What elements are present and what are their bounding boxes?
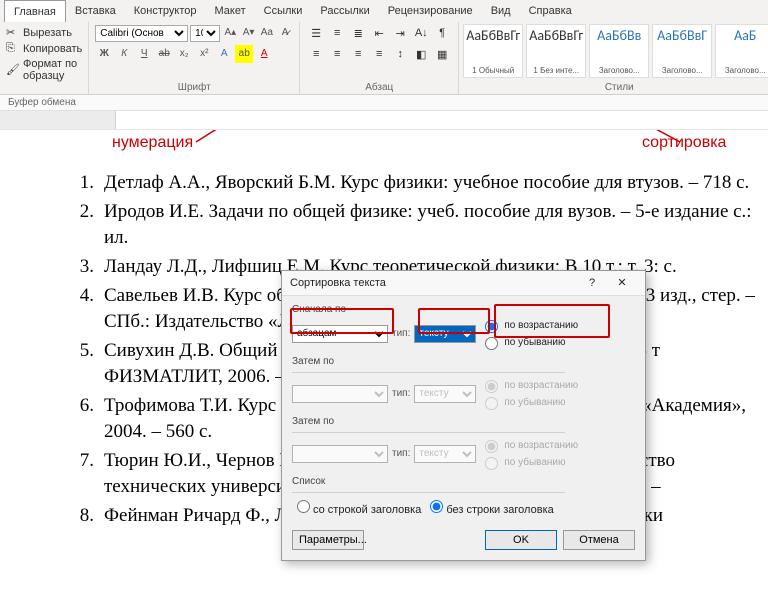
pilcrow-icon[interactable]: ¶ xyxy=(432,24,452,42)
font-name-select[interactable]: Calibri (Основ xyxy=(95,25,188,42)
group-styles-label: Стили xyxy=(459,82,768,93)
ruler xyxy=(0,111,768,130)
shrink-font-icon[interactable]: A▾ xyxy=(240,24,256,42)
change-case-icon[interactable]: Aa xyxy=(259,24,275,42)
sort-then1-field[interactable] xyxy=(292,385,388,403)
cut-button[interactable]: ✂Вырезать xyxy=(6,26,82,40)
text-effects-icon[interactable]: A xyxy=(215,45,233,63)
strike-icon[interactable]: ab xyxy=(155,45,173,63)
sort-header-without[interactable]: без строки заголовка xyxy=(425,497,553,516)
subscript-icon[interactable]: x₂ xyxy=(175,45,193,63)
font-color-icon[interactable]: A xyxy=(255,45,273,63)
increase-indent-icon[interactable]: ⇥ xyxy=(390,24,410,42)
copy-icon: ⎘ xyxy=(6,42,20,56)
list-item[interactable]: Иродов И.Е. Задачи по общей физике: учеб… xyxy=(60,199,760,251)
clipboard-launcher[interactable]: Буфер обмена xyxy=(0,95,768,111)
tab-insert[interactable]: Вставка xyxy=(66,0,125,22)
copy-button[interactable]: ⎘Копировать xyxy=(6,42,82,56)
scissors-icon: ✂ xyxy=(6,26,20,40)
align-right-icon[interactable]: ≡ xyxy=(348,45,368,63)
underline-icon[interactable]: Ч xyxy=(135,45,153,63)
style-heading2[interactable]: АаБбВвГЗаголово... xyxy=(652,24,712,78)
sort-then1-type[interactable]: тексту xyxy=(414,385,476,403)
params-button[interactable]: Параметры... xyxy=(292,530,364,550)
sort-then1-type-label: тип: xyxy=(392,388,410,399)
font-size-select[interactable]: 10 xyxy=(190,25,220,42)
align-left-icon[interactable]: ≡ xyxy=(306,45,326,63)
group-paragraph: ☰ ≡ ≣ ⇤ ⇥ A↓ ¶ ≡ ≡ ≡ ≡ ↕ ◧ ▦ Абзац xyxy=(300,22,459,94)
sort-dialog: Сортировка текста ? ✕ Сначала по абзацам… xyxy=(281,270,646,561)
sort-then2-asc: по возрастанию xyxy=(480,437,578,453)
highlight-icon[interactable]: ab xyxy=(235,45,253,63)
style-normal[interactable]: АаБбВвГг1 Обычный xyxy=(463,24,523,78)
sort-first-type[interactable]: тексту xyxy=(414,325,476,343)
decrease-indent-icon[interactable]: ⇤ xyxy=(369,24,389,42)
sort-then1-asc: по возрастанию xyxy=(480,377,578,393)
document-area[interactable]: нумерация сортировка Детлаф А.А., Яворск… xyxy=(0,130,768,589)
list-item[interactable]: Детлаф А.А., Яворский Б.М. Курс физики: … xyxy=(60,170,760,196)
sort-first-asc[interactable]: по возрастанию xyxy=(480,317,578,333)
grow-font-icon[interactable]: A▴ xyxy=(222,24,238,42)
sort-first-type-label: тип: xyxy=(392,328,410,339)
sort-then2-type[interactable]: тексту xyxy=(414,445,476,463)
annotation-sort-label: сортировка xyxy=(642,134,726,152)
superscript-icon[interactable]: x² xyxy=(195,45,213,63)
dialog-titlebar: Сортировка текста ? ✕ xyxy=(282,271,645,296)
tab-layout[interactable]: Макет xyxy=(205,0,254,22)
brush-icon: 🖌 xyxy=(6,63,20,77)
bold-icon[interactable]: Ж xyxy=(95,45,113,63)
ribbon: ✂Вырезать ⎘Копировать 🖌Формат по образцу… xyxy=(0,22,768,95)
cancel-button[interactable]: Отмена xyxy=(563,530,635,550)
shading-icon[interactable]: ◧ xyxy=(411,45,431,63)
sort-then2-label: Затем по xyxy=(292,416,635,427)
group-clipboard: ✂Вырезать ⎘Копировать 🖌Формат по образцу xyxy=(0,22,89,94)
annotation-numbering-label: нумерация xyxy=(112,134,193,152)
sort-then1-label: Затем по xyxy=(292,356,635,367)
sort-list-label: Список xyxy=(292,476,635,487)
group-paragraph-label: Абзац xyxy=(300,82,458,93)
sort-then2-desc: по убыванию xyxy=(480,454,578,470)
bullets-icon[interactable]: ☰ xyxy=(306,24,326,42)
align-center-icon[interactable]: ≡ xyxy=(327,45,347,63)
numbering-icon[interactable]: ≡ xyxy=(327,24,347,42)
sort-then2-type-label: тип: xyxy=(392,448,410,459)
ok-button[interactable]: OK xyxy=(485,530,557,550)
line-spacing-icon[interactable]: ↕ xyxy=(390,45,410,63)
ruler-ticks xyxy=(116,111,768,129)
group-font: Calibri (Основ 10 A▴ A▾ Aa A̷ Ж К Ч ab x… xyxy=(89,22,300,94)
tab-view[interactable]: Вид xyxy=(482,0,520,22)
borders-icon[interactable]: ▦ xyxy=(432,45,452,63)
sort-header-with[interactable]: со строкой заголовка xyxy=(292,497,421,516)
italic-icon[interactable]: К xyxy=(115,45,133,63)
justify-icon[interactable]: ≡ xyxy=(369,45,389,63)
tab-home[interactable]: Главная xyxy=(4,0,66,22)
dialog-help-icon[interactable]: ? xyxy=(577,271,607,295)
dialog-close-icon[interactable]: ✕ xyxy=(607,271,637,295)
group-font-label: Шрифт xyxy=(89,82,299,93)
format-painter-button[interactable]: 🖌Формат по образцу xyxy=(6,58,82,82)
ribbon-tabs: Главная Вставка Конструктор Макет Ссылки… xyxy=(0,0,768,22)
style-heading1[interactable]: АаБбВвЗаголово... xyxy=(589,24,649,78)
sort-then1-desc: по убыванию xyxy=(480,394,578,410)
style-nospacing[interactable]: АаБбВвГг1 Без инте... xyxy=(526,24,586,78)
tab-review[interactable]: Рецензирование xyxy=(379,0,482,22)
sort-first-field[interactable]: абзацам xyxy=(292,325,388,343)
sort-first-label: Сначала по xyxy=(292,304,635,315)
style-heading3[interactable]: АаБЗаголово... xyxy=(715,24,768,78)
tab-references[interactable]: Ссылки xyxy=(255,0,312,22)
multilevel-icon[interactable]: ≣ xyxy=(348,24,368,42)
sort-first-desc[interactable]: по убыванию xyxy=(480,334,578,350)
ruler-gutter xyxy=(0,111,116,129)
dialog-title: Сортировка текста xyxy=(290,271,577,295)
tab-mailings[interactable]: Рассылки xyxy=(311,0,378,22)
annotation-arrow-numbering xyxy=(0,130,400,150)
clear-format-icon[interactable]: A̷ xyxy=(277,24,293,42)
tab-design[interactable]: Конструктор xyxy=(125,0,206,22)
tab-help[interactable]: Справка xyxy=(520,0,581,22)
group-styles: АаБбВвГг1 Обычный АаБбВвГг1 Без инте... … xyxy=(459,22,768,94)
sort-icon[interactable]: A↓ xyxy=(411,24,431,42)
sort-then2-field[interactable] xyxy=(292,445,388,463)
